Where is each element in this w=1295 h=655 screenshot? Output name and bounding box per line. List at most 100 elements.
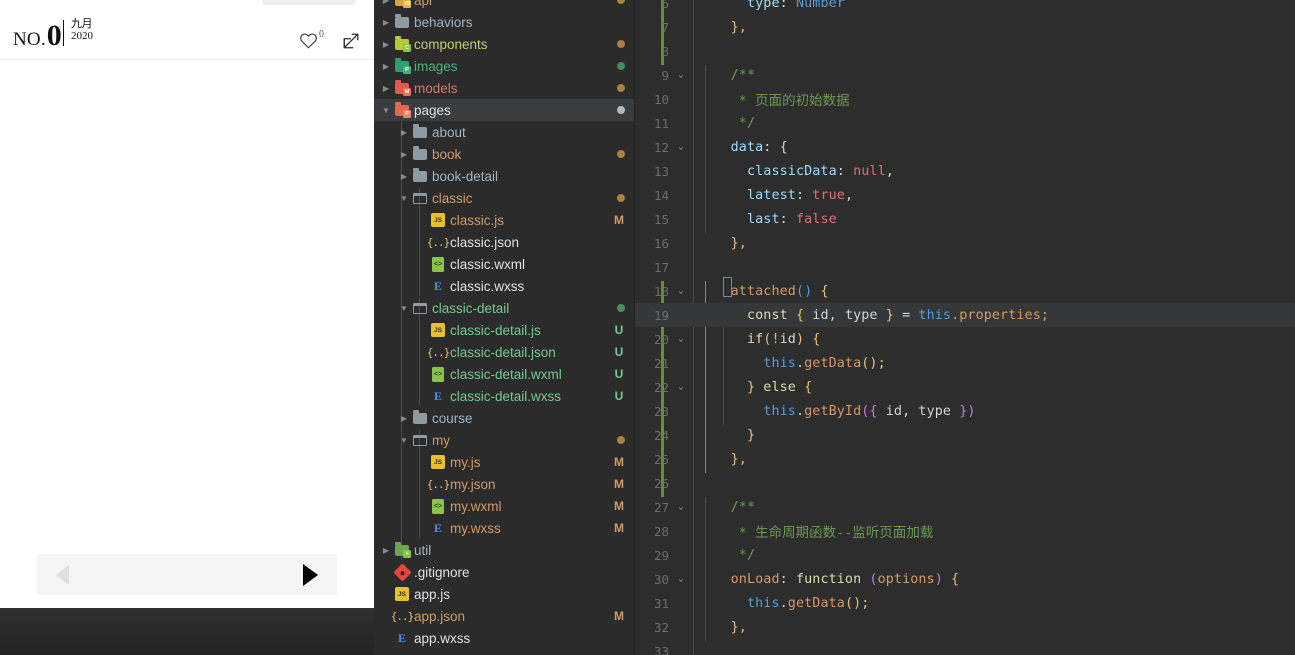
code-line[interactable]: 29 */ (635, 543, 1295, 567)
fold-chevron-down-icon[interactable]: ⌄ (675, 142, 687, 152)
code-line[interactable]: 23 this.getById({ id, type }) (635, 399, 1295, 423)
code-text: latest: true, (698, 187, 854, 203)
code-line[interactable]: 6 type: Number (635, 0, 1295, 15)
code-line[interactable]: 18 ⌄ attached() { (635, 279, 1295, 303)
code-line[interactable]: 9 ⌄ /** (635, 63, 1295, 87)
code-line[interactable]: 10 * 页面的初始数据 (635, 87, 1295, 111)
chevron-down-icon[interactable]: ▼ (398, 297, 410, 319)
tree-item-images[interactable]: ▶ Pimages (374, 55, 634, 77)
tree-item-pages[interactable]: ▼ Ppages (374, 99, 634, 121)
folder-status-dot (617, 62, 625, 70)
line-number: 27 (653, 499, 669, 515)
tree-item-my-wxss[interactable]: Ǝmy.wxss M (374, 517, 634, 539)
chevron-right-icon[interactable]: ▶ (398, 165, 410, 187)
tree-item-my-wxml[interactable]: <> my.wxml M (374, 495, 634, 517)
code-line[interactable]: 16 }, (635, 231, 1295, 255)
chevron-right-icon[interactable]: ▶ (380, 33, 392, 55)
chevron-right-icon[interactable]: ▶ (380, 55, 392, 77)
code-line[interactable]: 12 ⌄ data: { (635, 135, 1295, 159)
folder-status-dot (617, 194, 625, 202)
tree-item-label: classic.js (450, 212, 505, 228)
fold-chevron-down-icon[interactable]: ⌄ (675, 334, 687, 344)
code-line[interactable]: 22 ⌄ } else { (635, 375, 1295, 399)
triangle-right-icon[interactable] (303, 563, 318, 586)
tree-item-about[interactable]: ▶ about (374, 121, 634, 143)
tree-item-classic-wxss[interactable]: Ǝclassic.wxss (374, 275, 634, 297)
code-line[interactable]: 11 */ (635, 111, 1295, 135)
tree-item-label: classic (432, 190, 473, 206)
tree-item-components[interactable]: ▶ Ccomponents (374, 33, 634, 55)
chevron-right-icon[interactable]: ▶ (398, 143, 410, 165)
simulator-preview-panel: NO. 0 九月 2020 0 (0, 0, 374, 655)
tree-item-app-js[interactable]: JS app.js (374, 583, 634, 605)
triangle-left-icon[interactable] (56, 564, 69, 585)
tree-item-app-json[interactable]: {..} app.json M (374, 605, 634, 627)
tree-item-classic-detail-wxml[interactable]: <> classic-detail.wxml U (374, 363, 634, 385)
chevron-right-icon[interactable]: ▶ (398, 121, 410, 143)
code-line[interactable]: 33 (635, 639, 1295, 655)
tree-item-util[interactable]: ▶ + util (374, 539, 634, 561)
code-line[interactable]: 17 (635, 255, 1295, 279)
code-editor[interactable]: 6 type: Number 7 }, 8 9 ⌄ /** 10 * 页面的初始数据 11 … (635, 0, 1295, 655)
code-line[interactable]: 27 ⌄ /** (635, 495, 1295, 519)
code-line[interactable]: 13 classicData: null, (635, 159, 1295, 183)
code-line[interactable]: 21 this.getData(); (635, 351, 1295, 375)
tree-item-book-detail[interactable]: ▶ book-detail (374, 165, 634, 187)
chevron-down-icon[interactable]: ▼ (380, 99, 392, 121)
tree-item-my-js[interactable]: JS my.js M (374, 451, 634, 473)
code-line[interactable]: 28 * 生命周期函数--监听页面加载 (635, 519, 1295, 543)
chevron-right-icon[interactable]: ▶ (380, 77, 392, 99)
tree-item-my[interactable]: ▼ my (374, 429, 634, 451)
chevron-right-icon[interactable]: ▶ (398, 407, 410, 429)
tree-item-classic-wxml[interactable]: <> classic.wxml (374, 253, 634, 275)
line-number: 15 (653, 211, 669, 227)
chevron-right-icon[interactable]: ▶ (380, 11, 392, 33)
chevron-down-icon[interactable]: ▼ (398, 429, 410, 451)
chevron-right-icon[interactable]: ▶ (380, 539, 392, 561)
tree-item-label: book (432, 146, 462, 162)
code-line[interactable]: 25 }, (635, 447, 1295, 471)
code-line[interactable]: 7 }, (635, 15, 1295, 39)
tree-item-models[interactable]: ▶ Mmodels (374, 77, 634, 99)
fold-chevron-down-icon[interactable]: ⌄ (675, 574, 687, 584)
chevron-right-icon[interactable]: ▶ (380, 0, 392, 11)
code-line[interactable]: 24 } (635, 423, 1295, 447)
tree-item-classic-json[interactable]: {..} classic.json (374, 231, 634, 253)
fold-chevron-down-icon[interactable]: ⌄ (675, 286, 687, 296)
tree-item-classic-detail-json[interactable]: {..} classic-detail.json U (374, 341, 634, 363)
javascript-file-icon: JS (430, 319, 446, 341)
share-button[interactable] (342, 32, 360, 55)
tree-item-label: classic-detail.js (450, 322, 541, 338)
tree-item-classic-detail[interactable]: ▼ classic-detail (374, 297, 634, 319)
like-button[interactable]: 0 (299, 29, 324, 54)
code-line[interactable]: 30 ⌄ onLoad: function (options) { (635, 567, 1295, 591)
tree-item-behaviors[interactable]: ▶ behaviors (374, 11, 634, 33)
code-line[interactable]: 15 last: false (635, 207, 1295, 231)
code-line[interactable]: 19 const { id, type } = this.properties; (635, 303, 1295, 327)
tree-item-my-json[interactable]: {..} my.json M (374, 473, 634, 495)
tree-item-classic[interactable]: ▼ classic (374, 187, 634, 209)
code-line[interactable]: 20 ⌄ if(!id) { (635, 327, 1295, 351)
code-line[interactable]: 32 }, (635, 615, 1295, 639)
tree-item-api[interactable]: ▶ JS api (374, 0, 634, 11)
line-number: 33 (653, 643, 669, 655)
fold-chevron-down-icon[interactable]: ⌄ (675, 502, 687, 512)
fold-chevron-down-icon[interactable]: ⌄ (675, 382, 687, 392)
code-line[interactable]: 8 (635, 39, 1295, 63)
tree-item-book[interactable]: ▶ book (374, 143, 634, 165)
code-line[interactable]: 31 this.getData(); (635, 591, 1295, 615)
tree-item-course[interactable]: ▶ course (374, 407, 634, 429)
code-text: }, (698, 19, 747, 35)
file-explorer-tree[interactable]: ▶ JS api ▶ behaviors ▶ Ccomponents ▶ Pimages ▶ Mmo… (374, 0, 635, 655)
tree-item--gitignore[interactable]: .gitignore (374, 561, 634, 583)
code-line[interactable]: 14 latest: true, (635, 183, 1295, 207)
fold-chevron-down-icon[interactable]: ⌄ (675, 70, 687, 80)
code-text: attached() { (698, 283, 829, 299)
tree-item-app-wxss[interactable]: Ǝapp.wxss (374, 627, 634, 649)
device-capsule-button[interactable] (262, 0, 356, 5)
tree-item-classic-detail-wxss[interactable]: Ǝclassic-detail.wxss U (374, 385, 634, 407)
tree-item-classic-detail-js[interactable]: JS classic-detail.js U (374, 319, 634, 341)
tree-item-classic-js[interactable]: JS classic.js M (374, 209, 634, 231)
chevron-down-icon[interactable]: ▼ (398, 187, 410, 209)
code-line[interactable]: 26 (635, 471, 1295, 495)
